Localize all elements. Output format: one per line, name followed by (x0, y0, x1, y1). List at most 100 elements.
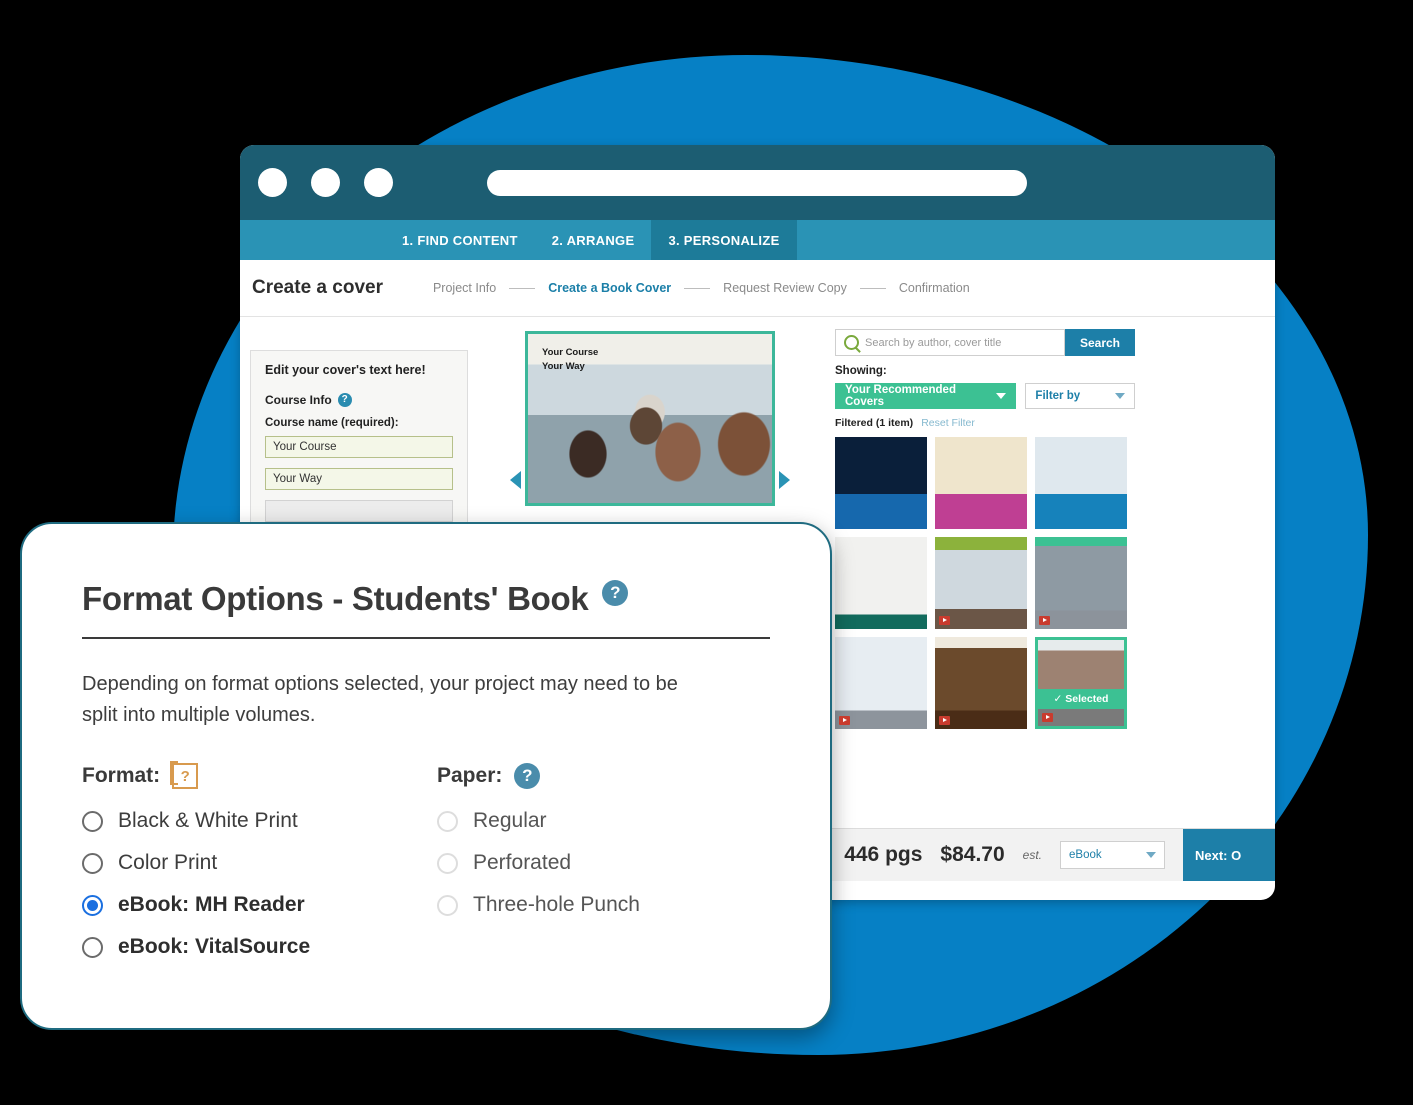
help-icon[interactable]: ? (602, 580, 629, 606)
recommended-covers-dropdown[interactable]: Your Recommended Covers (835, 383, 1017, 409)
pdf-badge-icon (939, 616, 950, 625)
radio-ebook-vitalsource[interactable]: eBook: VitalSource (82, 935, 437, 959)
radio-icon (437, 894, 458, 916)
pdf-badge-icon (1042, 713, 1053, 722)
cover-text-editor-panel: Edit your cover's text here! Course Info… (250, 350, 468, 550)
maximize-dot-icon[interactable] (364, 168, 393, 197)
help-icon[interactable]: ? (514, 763, 541, 789)
radio-label: Color Print (118, 851, 218, 874)
radio-color-print[interactable]: Color Print (82, 851, 437, 875)
paper-heading-row: Paper: ? (437, 763, 737, 789)
format-column: Format: ? Black & White Print Color Prin… (82, 761, 437, 977)
breadcrumb: Create a cover Project Info Create a Boo… (240, 260, 1275, 317)
recommended-covers-label: Your Recommended Covers (845, 384, 956, 408)
cover-browser-column: Search by author, cover title Search Sho… (835, 329, 1135, 729)
cover-preview-area: Your Course Your Way (505, 331, 795, 506)
price: $84.70 (940, 843, 1005, 866)
cover-text: Your Course Your Way (542, 346, 598, 374)
paper-label: Paper: (437, 764, 503, 787)
search-input[interactable]: Search by author, cover title (865, 337, 1001, 349)
reset-filter-link[interactable]: Reset Filter (921, 417, 975, 429)
radio-ebook-mh-reader[interactable]: eBook: MH Reader (82, 893, 437, 917)
thumbnail-5[interactable] (935, 537, 1027, 629)
thumbnail-1[interactable] (835, 437, 927, 529)
course-info-row: Course Info ? (265, 393, 453, 407)
radio-icon (82, 936, 103, 958)
chevron-down-icon (1115, 393, 1125, 399)
selected-badge: ✓ Selected (1038, 689, 1124, 708)
pdf-badge-icon (839, 716, 850, 725)
format-label: Format: (82, 764, 161, 787)
step-spacer (240, 220, 385, 260)
course-name-line2-input[interactable]: Your Way (265, 468, 453, 490)
breadcrumb-item-request-review-copy[interactable]: Request Review Copy (723, 281, 847, 295)
search-icon (844, 335, 859, 350)
breadcrumb-item-confirmation[interactable]: Confirmation (899, 281, 970, 295)
editor-heading: Edit your cover's text here! (265, 363, 426, 377)
showing-label: Showing: (835, 365, 887, 377)
breadcrumb-divider (684, 287, 711, 289)
dialog-description: Depending on format options selected, yo… (82, 673, 678, 726)
thumbnail-9-selected[interactable]: ✓ Selected (1035, 637, 1127, 729)
search-field[interactable]: Search by author, cover title (835, 329, 1065, 356)
browser-chrome-bar (240, 145, 1275, 220)
help-icon[interactable]: ? (337, 393, 352, 407)
filter-by-label: Filter by (1035, 390, 1081, 402)
url-input[interactable] (487, 170, 1027, 196)
cover-text-line1: Your Course (542, 347, 599, 358)
course-info-label: Course Info (265, 393, 332, 407)
search-button[interactable]: Search (1065, 329, 1135, 356)
radio-label: Black & White Print (118, 809, 298, 832)
left-arrow-icon[interactable] (510, 471, 521, 489)
course-name-line3-input[interactable] (265, 500, 453, 522)
cover-text-line2: Your Way (542, 360, 585, 372)
close-dot-icon[interactable] (258, 168, 287, 197)
dialog-title: Format Options - Students' Book (82, 580, 589, 617)
radio-icon (437, 810, 458, 832)
radio-label: eBook: VitalSource (118, 935, 311, 958)
radio-black-and-white-print[interactable]: Black & White Print (82, 809, 437, 833)
format-select[interactable]: eBook (1060, 841, 1165, 869)
course-name-line1-input[interactable]: Your Course (265, 436, 453, 458)
radio-label: Regular (473, 809, 547, 832)
tab-find-content[interactable]: 1. FIND CONTENT (385, 220, 535, 260)
dialog-divider (82, 637, 770, 639)
next-button[interactable]: Next: O (1183, 829, 1275, 881)
filter-by-dropdown[interactable]: Filter by (1025, 383, 1135, 409)
course-name-label: Course name (required): (265, 417, 399, 429)
tab-personalize[interactable]: 3. PERSONALIZE (651, 220, 797, 260)
filter-status-row: Filtered (1 item) Reset Filter (835, 417, 1135, 429)
thumbnail-3[interactable] (1035, 437, 1127, 529)
step-tab-bar: 1. FIND CONTENT 2. ARRANGE 3. PERSONALIZ… (240, 220, 1275, 260)
options-columns: Format: ? Black & White Print Color Prin… (82, 761, 770, 977)
pdf-badge-icon (939, 716, 950, 725)
radio-three-hole-punch: Three-hole Punch (437, 893, 737, 917)
tab-arrange[interactable]: 2. ARRANGE (535, 220, 652, 260)
format-heading-row: Format: ? (82, 761, 437, 789)
cover-preview[interactable]: Your Course Your Way (525, 331, 775, 506)
radio-icon-selected (82, 894, 103, 916)
breadcrumb-divider (859, 287, 886, 289)
breadcrumb-divider (509, 287, 536, 289)
radio-icon (82, 852, 103, 874)
thumbnail-6[interactable] (1035, 537, 1127, 629)
breadcrumb-item-project-info[interactable]: Project Info (433, 281, 496, 295)
thumbnail-7[interactable] (835, 637, 927, 729)
minimize-dot-icon[interactable] (311, 168, 340, 197)
search-row: Search by author, cover title Search (835, 329, 1135, 356)
filter-row: Your Recommended Covers Filter by (835, 383, 1135, 409)
dialog-header: Format Options - Students' Book ? (82, 580, 770, 617)
thumbnail-4[interactable] (835, 537, 927, 629)
help-icon[interactable]: ? (170, 761, 199, 789)
chevron-down-icon (1146, 852, 1156, 858)
filtered-count: Filtered (1 item) (835, 417, 914, 429)
breadcrumb-item-create-a-book-cover[interactable]: Create a Book Cover (548, 281, 671, 295)
thumbnail-2[interactable] (935, 437, 1027, 529)
pdf-badge-icon (1039, 616, 1050, 625)
thumbnail-8[interactable] (935, 637, 1027, 729)
paper-column: Paper: ? Regular Perforated Three-hole P… (437, 763, 737, 977)
radio-perforated: Perforated (437, 851, 737, 875)
page-count: 446 pgs (844, 843, 923, 866)
radio-label: Three-hole Punch (473, 893, 640, 916)
right-arrow-icon[interactable] (779, 471, 790, 489)
